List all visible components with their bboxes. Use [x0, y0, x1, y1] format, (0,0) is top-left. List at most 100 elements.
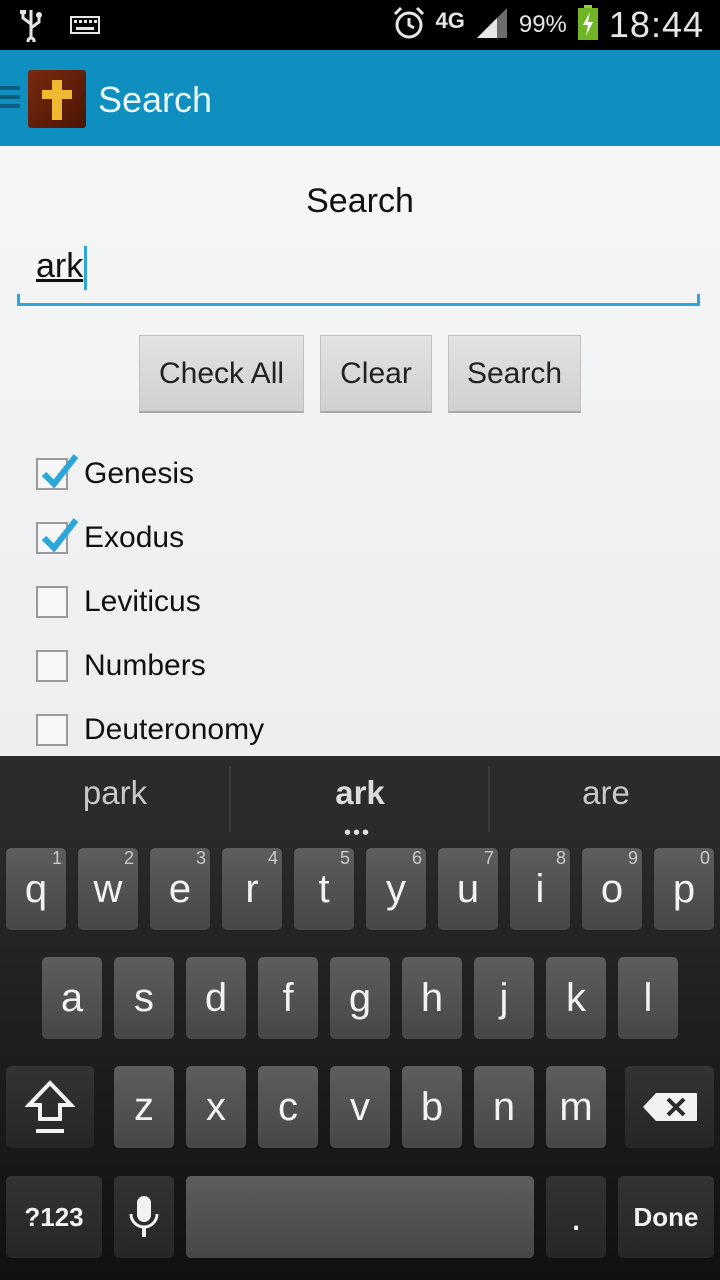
book-item-exodus[interactable]: Exodus — [36, 510, 184, 566]
drawer-indicator-icon[interactable] — [0, 86, 20, 113]
key-h[interactable]: h — [402, 957, 462, 1039]
book-label: Numbers — [84, 649, 206, 682]
action-bar: Search — [0, 50, 720, 146]
voice-input-key[interactable] — [114, 1176, 174, 1258]
key-i[interactable]: i8 — [510, 848, 570, 930]
checkbox-checked[interactable] — [36, 454, 79, 490]
page-title: Search — [306, 182, 414, 220]
book-item-genesis[interactable]: Genesis — [36, 446, 194, 502]
key-hint: 5 — [339, 848, 350, 868]
checkbox-unchecked[interactable] — [36, 714, 68, 746]
cross-icon[interactable] — [28, 70, 86, 128]
usb-icon — [18, 8, 44, 47]
checkbox-checked[interactable] — [36, 518, 79, 554]
book-label: Leviticus — [84, 585, 201, 618]
key-p[interactable]: p0 — [654, 848, 714, 930]
status-bar: 4G 99% 18:44 — [0, 0, 720, 50]
alarm-icon — [392, 6, 426, 45]
suggestion-ark[interactable]: ark — [284, 774, 436, 812]
suggestion-strip: park ark ••• are — [0, 756, 720, 844]
key-r[interactable]: r4 — [222, 848, 282, 930]
search-button[interactable]: Search — [448, 335, 581, 413]
check-icon — [42, 454, 79, 489]
checkbox-unchecked[interactable] — [36, 586, 68, 618]
key-label: t — [318, 866, 330, 911]
search-input-value: ark — [36, 246, 84, 285]
key-label: u — [456, 866, 480, 911]
key-label: e — [168, 866, 192, 911]
suggestion-divider — [229, 766, 231, 832]
key-label: i — [535, 866, 545, 911]
key-s[interactable]: s — [114, 957, 174, 1039]
key-x[interactable]: x — [186, 1066, 246, 1148]
book-item-numbers[interactable]: Numbers — [36, 638, 206, 694]
key-label: q — [24, 866, 48, 911]
more-suggestions-icon: ••• — [344, 822, 372, 844]
action-bar-title: Search — [98, 79, 213, 120]
key-v[interactable]: v — [330, 1066, 390, 1148]
key-l[interactable]: l — [618, 957, 678, 1039]
check-all-button[interactable]: Check All — [139, 335, 304, 413]
book-label: Exodus — [84, 521, 185, 554]
key-g[interactable]: g — [330, 957, 390, 1039]
input-edge-left — [17, 294, 20, 306]
key-c[interactable]: c — [258, 1066, 318, 1148]
search-input[interactable]: ark — [17, 246, 700, 306]
search-form: Search ark Check All Clear Search Genesi… — [0, 146, 720, 756]
key-q[interactable]: q1 — [6, 848, 66, 930]
key-t[interactable]: t5 — [294, 848, 354, 930]
key-u[interactable]: u7 — [438, 848, 498, 930]
book-label: Genesis — [84, 457, 195, 490]
keyboard-icon — [70, 16, 100, 39]
key-b[interactable]: b — [402, 1066, 462, 1148]
key-label: r — [245, 866, 259, 911]
key-hint: 2 — [123, 848, 134, 868]
network-type: 4G — [435, 8, 465, 33]
microphone-icon — [129, 1196, 159, 1237]
book-item-deuteronomy[interactable]: Deuteronomy — [36, 702, 264, 756]
battery-charging-icon — [577, 4, 599, 46]
book-item-leviticus[interactable]: Leviticus — [36, 574, 201, 630]
soft-keyboard: park ark ••• are q1 w2 e3 r4 t5 y6 u7 i8… — [0, 756, 720, 1280]
key-hint: 1 — [51, 848, 62, 868]
key-m[interactable]: m — [546, 1066, 606, 1148]
key-label: w — [93, 866, 123, 911]
key-hint: 4 — [267, 848, 278, 868]
suggestion-are[interactable]: are — [530, 774, 682, 812]
key-n[interactable]: n — [474, 1066, 534, 1148]
battery-percent: 99% — [518, 11, 567, 38]
book-label: Deuteronomy — [84, 713, 265, 746]
suggestion-park[interactable]: park — [40, 774, 190, 812]
key-d[interactable]: d — [186, 957, 246, 1039]
input-edge-right — [697, 294, 700, 306]
key-w[interactable]: w2 — [78, 848, 138, 930]
key-y[interactable]: y6 — [366, 848, 426, 930]
text-caret — [84, 246, 88, 290]
key-hint: 3 — [195, 848, 206, 868]
key-k[interactable]: k — [546, 957, 606, 1039]
key-e[interactable]: e3 — [150, 848, 210, 930]
key-z[interactable]: z — [114, 1066, 174, 1148]
key-label: o — [600, 866, 624, 911]
key-o[interactable]: o9 — [582, 848, 642, 930]
clear-button[interactable]: Clear — [320, 335, 432, 413]
shift-icon — [25, 1080, 75, 1133]
space-key[interactable] — [186, 1176, 534, 1258]
checkbox-unchecked[interactable] — [36, 650, 68, 682]
suggestion-divider — [488, 766, 490, 832]
signal-icon — [475, 7, 509, 43]
key-a[interactable]: a — [42, 957, 102, 1039]
check-icon — [42, 518, 79, 553]
backspace-key[interactable] — [625, 1066, 714, 1148]
key-hint: 6 — [411, 848, 422, 868]
key-label: y — [386, 866, 406, 911]
shift-key[interactable] — [6, 1066, 94, 1148]
period-key[interactable]: . — [546, 1176, 606, 1258]
key-j[interactable]: j — [474, 957, 534, 1039]
key-hint: 8 — [555, 848, 566, 868]
key-hint: 7 — [483, 848, 494, 868]
symbols-key[interactable]: ?123 — [6, 1176, 102, 1258]
key-hint: 0 — [699, 848, 710, 868]
key-f[interactable]: f — [258, 957, 318, 1039]
done-key[interactable]: Done — [618, 1176, 714, 1258]
